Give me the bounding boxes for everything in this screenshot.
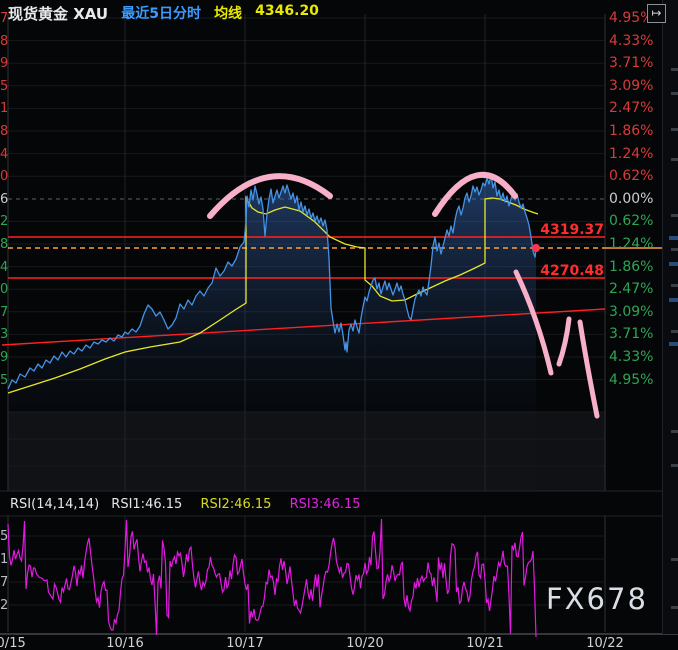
left-axis-digit: 5 bbox=[0, 80, 8, 93]
strip-mark-blue bbox=[669, 236, 678, 240]
rsi-axis-digit: 2 bbox=[0, 599, 8, 612]
left-axis-digit: 6 bbox=[0, 193, 8, 206]
rsi-indicator-name[interactable]: RSI(14,14,14) bbox=[10, 497, 99, 512]
rsi-axis-digit: 7 bbox=[0, 576, 8, 589]
pct-label: 1.24% bbox=[609, 147, 653, 161]
price-area-fill bbox=[8, 175, 536, 491]
current-price-dot bbox=[532, 244, 540, 252]
pct-label: 3.09% bbox=[609, 79, 653, 93]
strip-mark bbox=[671, 558, 678, 561]
rsi1-value: RSI1:46.15 bbox=[111, 497, 182, 512]
symbol-title: 现货黄金 XAU bbox=[8, 5, 108, 23]
left-axis-digit: 9 bbox=[0, 351, 8, 364]
left-axis-digit: 7 bbox=[0, 306, 8, 319]
pct-label: 3.71% bbox=[609, 327, 653, 341]
strip-mark-blue bbox=[669, 298, 678, 302]
pct-label: 0.62% bbox=[609, 214, 653, 228]
mini-panel-strip bbox=[662, 0, 678, 634]
rsi3-value: RSI3:46.15 bbox=[290, 497, 361, 512]
pct-label: 4.33% bbox=[609, 350, 653, 364]
strip-mark bbox=[671, 284, 678, 287]
left-axis-digit: 5 bbox=[0, 374, 8, 387]
alert-price-label-2: 4270.48 bbox=[540, 263, 604, 279]
pct-label: 0.00% bbox=[609, 192, 653, 206]
left-axis-digit: 8 bbox=[0, 35, 8, 48]
strip-mark bbox=[671, 330, 678, 333]
left-axis-digit: 8 bbox=[0, 125, 8, 138]
strip-mark bbox=[671, 158, 678, 161]
chart-canvas bbox=[0, 0, 678, 650]
left-axis-digit: 0 bbox=[0, 283, 8, 296]
pct-label: 3.71% bbox=[609, 56, 653, 70]
pct-label: 4.33% bbox=[609, 34, 653, 48]
strip-mark bbox=[671, 430, 678, 433]
titlebar: 现货黄金 XAU 最近5日分时 均线 4346.20 bbox=[8, 3, 319, 21]
strip-mark bbox=[671, 214, 678, 217]
rsi-axis-digit: 5 bbox=[0, 530, 8, 543]
left-axis-digit: 3 bbox=[0, 328, 8, 341]
expand-panel-icon[interactable]: ↦ bbox=[647, 4, 666, 23]
strip-mark bbox=[671, 464, 678, 467]
pct-label: 1.86% bbox=[609, 260, 653, 274]
left-axis-digit: 2 bbox=[0, 215, 8, 228]
strip-mark bbox=[671, 606, 678, 609]
pct-label: 3.09% bbox=[609, 305, 653, 319]
left-axis-digit: 1 bbox=[0, 102, 8, 115]
pct-label: 1.86% bbox=[609, 124, 653, 138]
rsi-line bbox=[8, 519, 536, 637]
left-axis-digit: 4 bbox=[0, 148, 8, 161]
timeframe-label[interactable]: 最近5日分时 bbox=[121, 6, 201, 22]
pct-label: 2.47% bbox=[609, 282, 653, 296]
strip-mark bbox=[671, 248, 678, 251]
pct-label: 1.24% bbox=[609, 237, 653, 251]
pink-down-stroke-annotation bbox=[580, 322, 597, 416]
strip-mark-blue bbox=[669, 342, 678, 346]
date-label: 10/22 bbox=[586, 636, 623, 650]
rsi2-value: RSI2:46.15 bbox=[200, 497, 271, 512]
ma-label: 均线 bbox=[214, 6, 242, 22]
strip-mark-blue bbox=[669, 262, 678, 266]
pct-label: 2.47% bbox=[609, 101, 653, 115]
strip-mark bbox=[671, 68, 678, 71]
date-label: 10/21 bbox=[466, 636, 503, 650]
left-axis-digit: 4 bbox=[0, 261, 8, 274]
chart-app: 现货黄金 XAU 最近5日分时 均线 4346.20 ↦ 4.95% 4.33% 3… bbox=[0, 0, 678, 650]
fx678-watermark: FX678 bbox=[546, 582, 648, 616]
date-label: 10/15 bbox=[0, 636, 26, 650]
pct-label: 4.95% bbox=[609, 373, 653, 387]
date-label: 10/17 bbox=[226, 636, 263, 650]
left-axis-digit: 9 bbox=[0, 57, 8, 70]
rsi-header: RSI(14,14,14) RSI1:46.15 RSI2:46.15 RSI3… bbox=[10, 497, 361, 512]
rsi-axis-digit: 1 bbox=[0, 553, 8, 566]
ma-value: 4346.20 bbox=[255, 3, 319, 19]
date-label: 10/20 bbox=[346, 636, 383, 650]
left-axis-digit: 8 bbox=[0, 238, 8, 251]
strip-mark bbox=[671, 128, 678, 131]
pct-label: 0.62% bbox=[609, 169, 653, 183]
strip-mark bbox=[671, 92, 678, 95]
alert-price-label-1: 4319.37 bbox=[540, 222, 604, 238]
date-label: 10/16 bbox=[106, 636, 143, 650]
left-axis-digit: 0 bbox=[0, 170, 8, 183]
